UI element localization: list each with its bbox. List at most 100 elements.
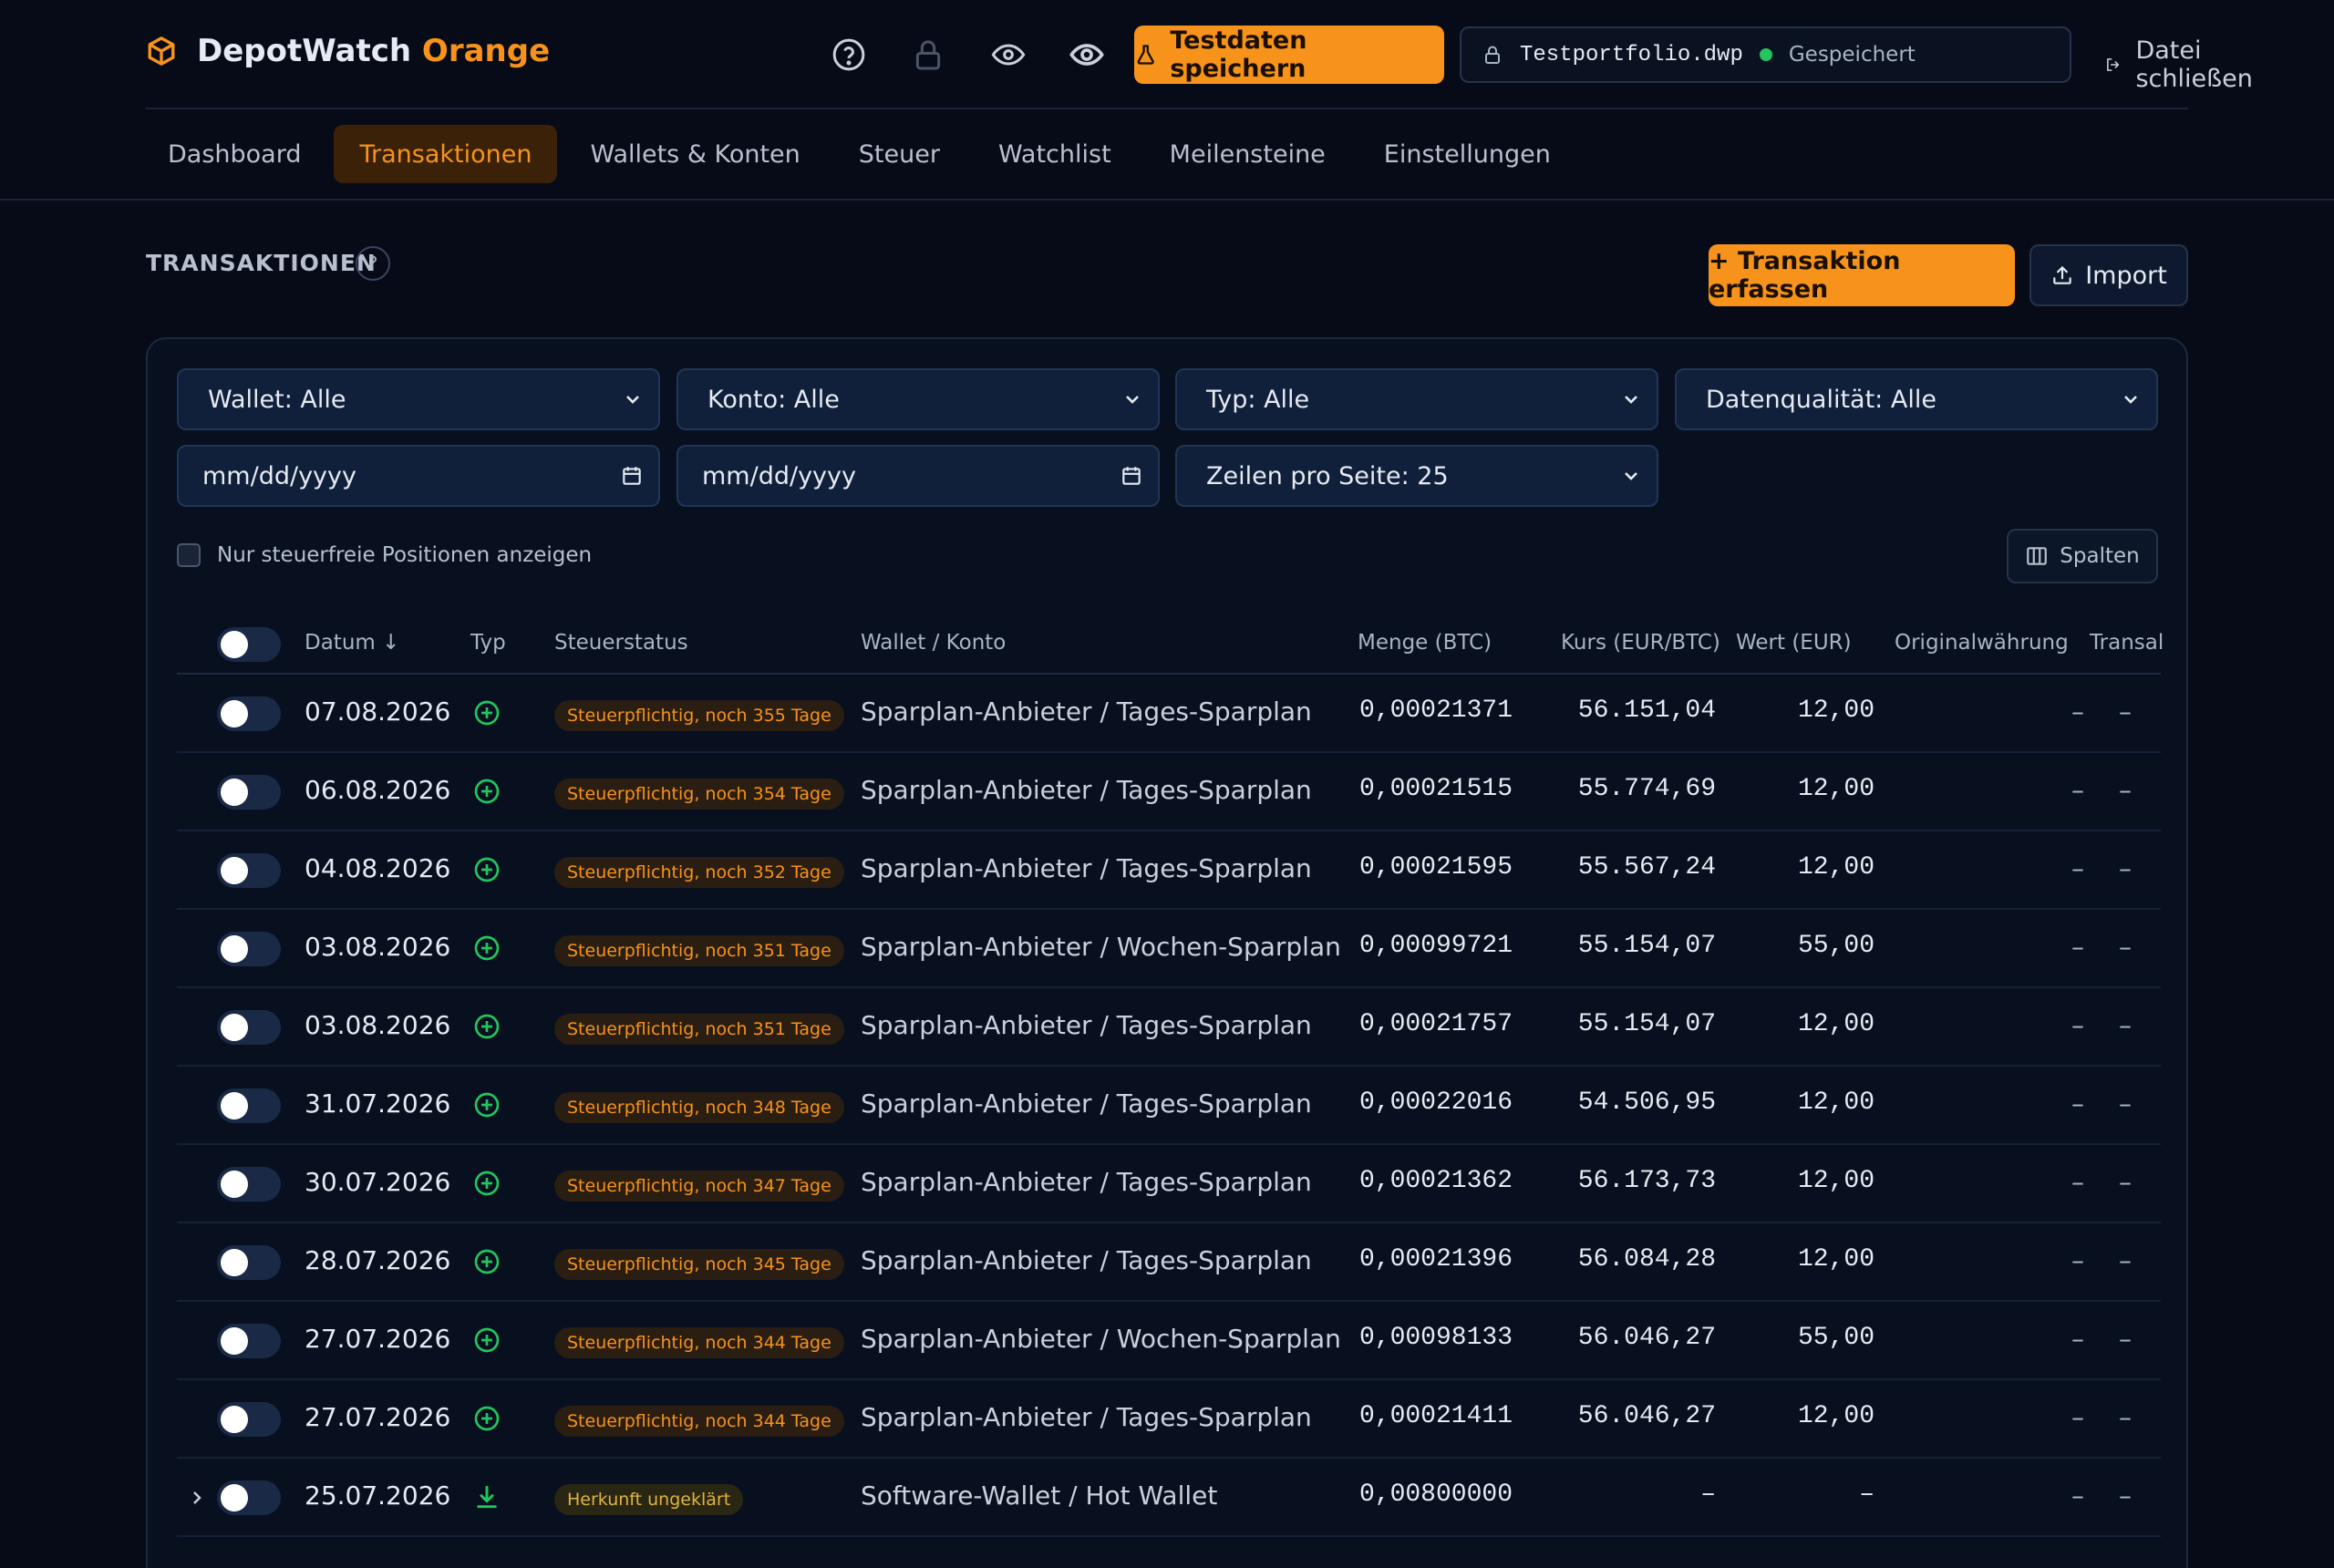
tab-meilensteine[interactable]: Meilensteine [1144, 125, 1351, 183]
brand-name-accent: Orange [421, 33, 551, 69]
row-datum: 03.08.2026 [305, 1010, 451, 1040]
tab-watchlist[interactable]: Watchlist [973, 125, 1137, 183]
row-select-toggle[interactable] [217, 1088, 281, 1123]
save-testdata-button[interactable]: Testdaten speichern [1134, 26, 1444, 84]
row-select-toggle[interactable] [217, 1324, 281, 1358]
status-badge: Steuerpflichtig, noch 344 Tage [554, 1327, 844, 1358]
col-wallet-konto[interactable]: Wallet / Konto [861, 631, 1006, 655]
rows-per-page-select[interactable]: Zeilen pro Seite: 25 [1175, 445, 1658, 507]
row-select-toggle[interactable] [217, 1167, 281, 1202]
row-menge: 0,00021757 [1358, 1010, 1513, 1038]
row-select-toggle[interactable] [217, 696, 281, 731]
transactions-panel: Wallet: Alle Konto: Alle Typ: Alle Daten… [146, 337, 2188, 1568]
row-datum: 31.07.2026 [305, 1088, 451, 1119]
wallet-filter-select[interactable]: Wallet: Alle [177, 368, 660, 430]
row-select-toggle[interactable] [217, 932, 281, 966]
tab-einstellungen[interactable]: Einstellungen [1358, 125, 1576, 183]
date-to-value: mm/dd/yyyy [702, 461, 856, 490]
date-to-input[interactable]: mm/dd/yyyy [676, 445, 1160, 507]
row-select-toggle[interactable] [217, 853, 281, 888]
save-testdata-label: Testdaten speichern [1170, 26, 1307, 83]
row-datum: 27.07.2026 [305, 1324, 451, 1354]
row-select-toggle[interactable] [217, 1010, 281, 1045]
tab-transaktionen[interactable]: Transaktionen [334, 125, 558, 183]
row-wert: 12,00 [1797, 696, 1874, 725]
lock-icon[interactable] [910, 36, 946, 73]
col-typ[interactable]: Typ [470, 631, 506, 655]
table-row[interactable]: 27.07.2026 Steuerpflichtig, noch 344 Tage… [177, 1302, 2161, 1380]
row-datum: 04.08.2026 [305, 853, 451, 883]
row-datum: 03.08.2026 [305, 932, 451, 962]
row-datum: 30.07.2026 [305, 1167, 451, 1197]
col-wert[interactable]: Wert (EUR) [1736, 631, 1852, 655]
row-originalwaehrung: – [2071, 1402, 2084, 1432]
row-originalwaehrung: – [2071, 1088, 2084, 1119]
status-badge: Steuerpflichtig, noch 351 Tage [554, 1014, 844, 1045]
table-row[interactable]: 30.07.2026 Steuerpflichtig, noch 347 Tage… [177, 1145, 2161, 1223]
add-transaction-button[interactable]: + Transaktion erfassen [1709, 244, 2015, 306]
row-menge: 0,00021515 [1358, 775, 1513, 803]
tab-steuer[interactable]: Steuer [833, 125, 966, 183]
table-row[interactable]: 31.07.2026 Steuerpflichtig, noch 348 Tage… [177, 1067, 2161, 1145]
status-badge: Steuerpflichtig, noch 345 Tage [554, 1249, 844, 1280]
taxfree-filter[interactable]: Nur steuerfreie Positionen anzeigen [177, 543, 592, 567]
table-row[interactable]: 27.07.2026 Steuerpflichtig, noch 344 Tage… [177, 1380, 2161, 1459]
chevron-right-icon[interactable] [186, 1484, 208, 1511]
row-transaktion: – [2119, 932, 2132, 962]
table-row[interactable]: 03.08.2026 Steuerpflichtig, noch 351 Tage… [177, 988, 2161, 1067]
col-datum[interactable]: Datum ↓ [305, 631, 399, 655]
col-transaktion[interactable]: Transal [2090, 631, 2164, 655]
row-transaktion: – [2119, 853, 2132, 883]
status-badge: Steuerpflichtig, noch 352 Tage [554, 857, 844, 888]
col-steuerstatus[interactable]: Steuerstatus [554, 631, 688, 655]
select-all-toggle[interactable] [217, 627, 281, 662]
row-menge: 0,00021411 [1358, 1402, 1513, 1430]
import-button[interactable]: Import [2029, 244, 2188, 306]
col-menge[interactable]: Menge (BTC) [1358, 631, 1492, 655]
row-menge: 0,00021396 [1358, 1245, 1513, 1274]
eye-icon[interactable] [990, 36, 1027, 73]
columns-button[interactable]: Spalten [2007, 529, 2158, 583]
eye-icon[interactable] [1069, 36, 1105, 73]
col-originalwaehrung[interactable]: Originalwährung [1895, 631, 2069, 655]
konto-filter-select[interactable]: Konto: Alle [676, 368, 1160, 430]
quality-filter-select[interactable]: Datenqualität: Alle [1675, 368, 2158, 430]
table-row[interactable]: 07.08.2026 Steuerpflichtig, noch 355 Tage… [177, 675, 2161, 753]
file-status-text: Gespeichert [1788, 43, 1916, 67]
wallet-filter-value: Wallet: Alle [208, 385, 346, 414]
row-transaktion: – [2119, 1010, 2132, 1040]
table-header: Datum ↓ Typ Steuerstatus Wallet / Konto … [177, 614, 2164, 675]
table-row[interactable]: 28.07.2026 Steuerpflichtig, noch 345 Tage… [177, 1223, 2161, 1302]
section-help-icon[interactable]: ? [356, 246, 390, 281]
row-wert: 12,00 [1797, 1010, 1874, 1038]
col-kurs[interactable]: Kurs (EUR/BTC) [1561, 631, 1720, 655]
close-file-button[interactable]: Datei schließen [2104, 36, 2261, 93]
brand: DepotWatch Orange [146, 33, 550, 69]
calendar-icon[interactable] [1120, 464, 1143, 488]
table-row[interactable]: 06.08.2026 Steuerpflichtig, noch 354 Tage… [177, 753, 2161, 831]
table-row[interactable]: 04.08.2026 Steuerpflichtig, noch 352 Tage… [177, 831, 2161, 910]
table-row[interactable]: 03.08.2026 Steuerpflichtig, noch 351 Tage… [177, 910, 2161, 988]
row-wallet-konto: Sparplan-Anbieter / Tages-Sparplan [861, 696, 1312, 727]
row-select-toggle[interactable] [217, 1480, 281, 1515]
row-select-toggle[interactable] [217, 1402, 281, 1437]
row-select-toggle[interactable] [217, 1245, 281, 1280]
plus-circle-icon [472, 1247, 501, 1276]
row-originalwaehrung: – [2071, 775, 2084, 805]
calendar-icon[interactable] [620, 464, 644, 488]
date-from-input[interactable]: mm/dd/yyyy [177, 445, 660, 507]
typ-filter-value: Typ: Alle [1206, 385, 1310, 414]
tab-dashboard[interactable]: Dashboard [142, 125, 326, 183]
plus-circle-icon [472, 1012, 501, 1041]
taxfree-checkbox[interactable] [177, 543, 201, 567]
row-select-toggle[interactable] [217, 775, 281, 810]
status-badge: Steuerpflichtig, noch 351 Tage [554, 935, 844, 966]
typ-filter-select[interactable]: Typ: Alle [1175, 368, 1658, 430]
row-menge: 0,00099721 [1358, 932, 1513, 960]
status-badge: Steuerpflichtig, noch 347 Tage [554, 1171, 844, 1202]
table-row[interactable]: 25.07.2026 Herkunft ungeklärt Software-Wal… [177, 1459, 2161, 1537]
chevron-down-icon [626, 396, 639, 404]
status-badge: Steuerpflichtig, noch 354 Tage [554, 779, 844, 810]
help-icon[interactable] [831, 36, 867, 73]
tab-wallets-konten[interactable]: Wallets & Konten [564, 125, 825, 183]
